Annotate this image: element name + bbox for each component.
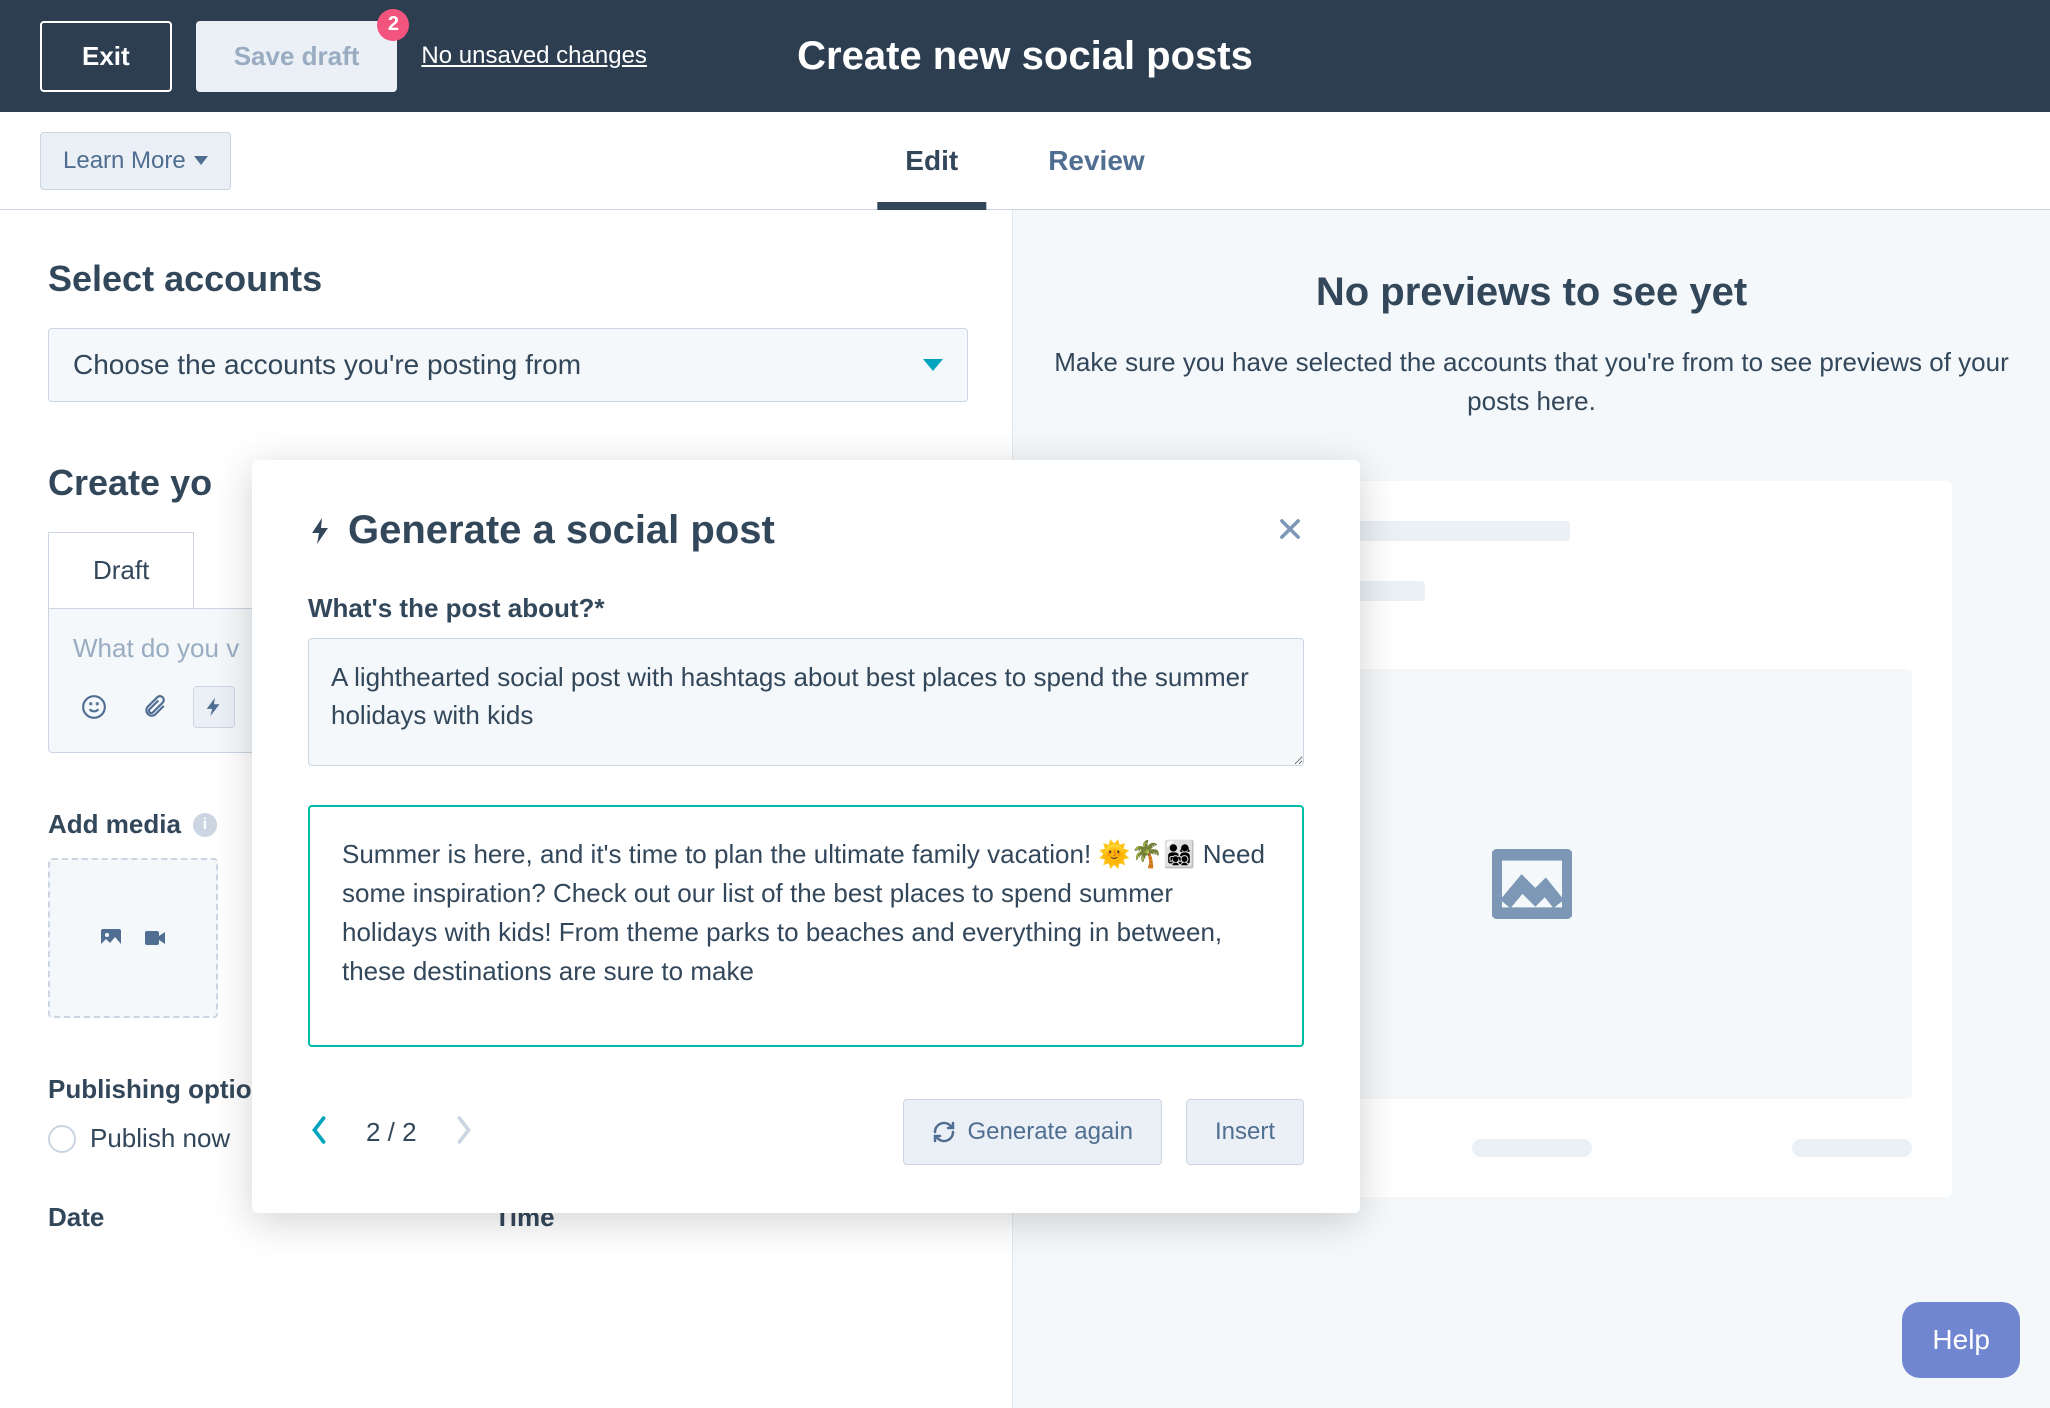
- tab-edit[interactable]: Edit: [905, 112, 958, 209]
- select-accounts-title: Select accounts: [48, 258, 964, 300]
- pager-next[interactable]: [453, 1113, 475, 1152]
- bolt-icon: [308, 516, 332, 546]
- generate-again-button[interactable]: Generate again: [903, 1099, 1162, 1165]
- video-icon: [141, 926, 169, 950]
- radio-icon: [48, 1125, 76, 1153]
- save-draft-button[interactable]: Save draft: [196, 21, 398, 92]
- smile-icon: [81, 694, 107, 720]
- preview-title: No previews to see yet: [1053, 270, 2010, 315]
- insert-button[interactable]: Insert: [1186, 1099, 1304, 1165]
- close-button[interactable]: [1276, 510, 1304, 552]
- date-label: Date: [48, 1202, 104, 1233]
- radio-publish-now[interactable]: Publish now: [48, 1123, 230, 1154]
- learn-more-label: Learn More: [63, 147, 186, 175]
- radio-label: Publish now: [90, 1123, 230, 1154]
- chevron-right-icon: [453, 1113, 475, 1147]
- chevron-down-icon: [194, 156, 208, 165]
- exit-button[interactable]: Exit: [40, 21, 172, 92]
- generate-again-label: Generate again: [968, 1118, 1133, 1146]
- bolt-icon: [203, 694, 225, 720]
- preview-subtitle: Make sure you have selected the accounts…: [1053, 343, 2010, 421]
- info-icon[interactable]: i: [193, 813, 217, 837]
- generate-post-modal: Generate a social post What's the post a…: [252, 460, 1360, 1213]
- help-button[interactable]: Help: [1902, 1302, 2020, 1378]
- chevron-left-icon: [308, 1113, 330, 1147]
- ai-generate-button[interactable]: [193, 686, 235, 728]
- add-media-label: Add media: [48, 809, 181, 840]
- paperclip-icon: [141, 694, 167, 720]
- close-icon: [1276, 515, 1304, 543]
- tab-review[interactable]: Review: [1048, 112, 1145, 209]
- image-icon: [97, 926, 125, 950]
- unsaved-changes-link[interactable]: No unsaved changes: [421, 42, 647, 70]
- pager: 2 / 2: [308, 1113, 475, 1152]
- accounts-select[interactable]: Choose the accounts you're posting from: [48, 328, 968, 402]
- sub-bar: Learn More Edit Review: [0, 112, 2050, 210]
- attachment-button[interactable]: [133, 686, 175, 728]
- pager-prev[interactable]: [308, 1113, 330, 1152]
- tab-draft[interactable]: Draft: [48, 532, 194, 608]
- modal-title-wrap: Generate a social post: [308, 508, 775, 553]
- chevron-down-icon: [923, 359, 943, 371]
- learn-more-button[interactable]: Learn More: [40, 132, 231, 190]
- save-draft-wrapper: Save draft 2: [196, 21, 398, 92]
- app-header: Exit Save draft 2 No unsaved changes Cre…: [0, 0, 2050, 112]
- save-draft-badge: 2: [377, 9, 409, 41]
- pager-count: 2 / 2: [366, 1117, 417, 1148]
- accounts-select-placeholder: Choose the accounts you're posting from: [73, 349, 581, 381]
- modal-input-label: What's the post about?*: [308, 593, 1304, 624]
- add-media-box[interactable]: [48, 858, 218, 1018]
- tabs: Edit Review: [905, 112, 1144, 209]
- modal-actions: Generate again Insert: [903, 1099, 1305, 1165]
- refresh-icon: [932, 1120, 956, 1144]
- modal-prompt-input[interactable]: [308, 638, 1304, 766]
- modal-footer: 2 / 2 Generate again Insert: [308, 1099, 1304, 1165]
- modal-title: Generate a social post: [348, 508, 775, 553]
- image-icon: [1492, 849, 1572, 919]
- modal-header: Generate a social post: [308, 508, 1304, 553]
- emoji-button[interactable]: [73, 686, 115, 728]
- modal-output[interactable]: Summer is here, and it's time to plan th…: [308, 805, 1304, 1047]
- header-left: Exit Save draft 2 No unsaved changes: [40, 21, 647, 92]
